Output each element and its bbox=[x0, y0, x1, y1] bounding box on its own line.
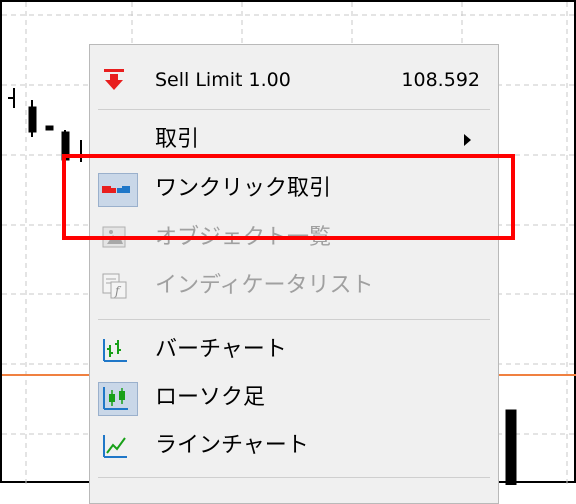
sell-limit-label: Sell Limit 1.00 bbox=[155, 69, 291, 91]
candlestick-icon bbox=[102, 385, 128, 410]
menu-separator bbox=[98, 319, 490, 320]
indicator-list-label: インディケータリスト bbox=[155, 273, 374, 298]
bar-chart-label: バーチャート bbox=[155, 337, 287, 362]
menu-separator bbox=[98, 477, 490, 478]
menu-item-bar-chart[interactable]: バーチャート bbox=[90, 327, 498, 373]
menu-item-line-chart[interactable]: ラインチャート bbox=[90, 423, 498, 469]
candlesticks-label: ローソク足 bbox=[155, 385, 266, 410]
bar-chart-icon bbox=[102, 337, 127, 362]
menu-item-sell-limit[interactable]: Sell Limit 1.00 108.592 bbox=[90, 57, 498, 103]
line-chart-label: ラインチャート bbox=[155, 433, 309, 458]
red-down-arrow-icon bbox=[102, 67, 126, 91]
line-chart-icon bbox=[102, 433, 127, 458]
menu-separator bbox=[98, 109, 490, 110]
indicator-list-icon: f bbox=[102, 273, 127, 299]
menu-item-candlesticks[interactable]: ローソク足 bbox=[90, 375, 498, 421]
submenu-arrow-icon bbox=[464, 134, 471, 146]
highlight-annotation-box bbox=[62, 154, 515, 240]
menu-item-indicator-list[interactable]: f インディケータリスト bbox=[90, 263, 498, 309]
context-menu: Sell Limit 1.00 108.592 取引 ワンクリック取引 オブジェ… bbox=[89, 44, 499, 504]
sell-limit-price: 108.592 bbox=[401, 69, 480, 91]
